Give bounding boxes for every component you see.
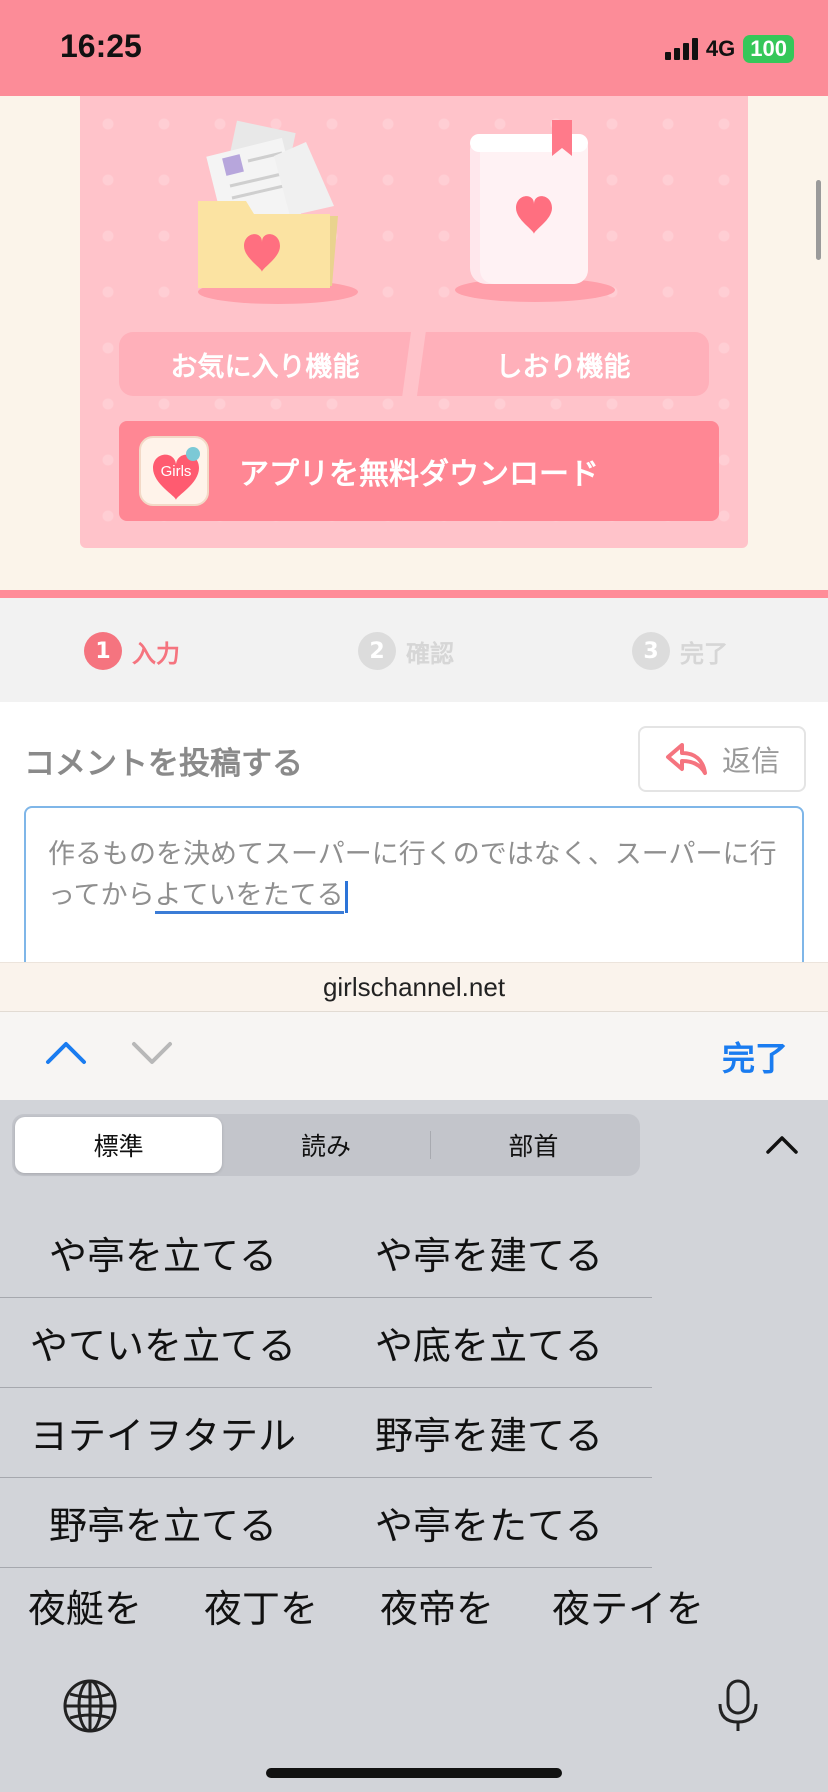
candidate-row: 野亭を立てる や亭をたてる <box>0 1478 652 1568</box>
step-label: 確認 <box>406 639 454 668</box>
home-indicator <box>266 1768 562 1778</box>
tab-radical[interactable]: 部首 <box>429 1117 637 1173</box>
step-input: 1 入力 <box>84 632 180 670</box>
candidate-item[interactable]: 野亭を立てる <box>0 1478 326 1567</box>
app-icon-text: Girls <box>161 463 192 480</box>
composing-text: よていをたてる <box>154 880 344 914</box>
step-number: 2 <box>358 632 396 670</box>
step-label: 完了 <box>680 639 728 668</box>
candidate-row: ヨテイヲタテル 野亭を建てる <box>0 1388 652 1478</box>
bookmark-book-illustration <box>455 120 615 302</box>
section-divider <box>0 590 828 598</box>
candidate-row-short: 夜艇を 夜丁を 夜帝を 夜テイを <box>0 1568 828 1638</box>
step-complete: 3 完了 <box>632 632 728 670</box>
app-promo-banner: お気に入り機能 しおり機能 Girls アプリを無料ダウンロード <box>80 96 748 548</box>
feature-bar: お気に入り機能 しおり機能 <box>119 332 709 396</box>
tab-reading[interactable]: 読み <box>222 1117 429 1173</box>
comment-textarea[interactable]: 作るものを決めてスーパーに行くのではなく、スーパーに行ってからよていをたてる <box>24 806 804 976</box>
step-number: 3 <box>632 632 670 670</box>
candidate-item[interactable]: 夜丁を <box>204 1578 318 1633</box>
candidate-item[interactable]: 野亭を建てる <box>326 1388 652 1477</box>
conversion-mode-tabs: 標準 読み 部首 <box>12 1114 640 1176</box>
candidate-row: や亭を立てる や亭を建てる <box>0 1208 652 1298</box>
candidate-item[interactable]: やていを立てる <box>0 1298 326 1387</box>
candidate-item[interactable]: や亭を立てる <box>0 1208 326 1297</box>
text-caret <box>344 880 348 913</box>
reply-button[interactable]: 返信 <box>638 726 806 792</box>
bookmark-feature-label: しおり機能 <box>417 332 709 396</box>
signal-icon <box>664 38 698 60</box>
reply-arrow-icon <box>665 743 707 775</box>
candidate-row: やていを立てる や底を立てる <box>0 1298 652 1388</box>
candidate-item[interactable]: や底を立てる <box>326 1298 652 1387</box>
step-label: 入力 <box>132 639 180 668</box>
candidate-item[interactable]: 夜艇を <box>28 1578 142 1633</box>
url-bar[interactable]: girlschannel.net <box>0 962 828 1012</box>
globe-icon[interactable] <box>62 1678 118 1734</box>
candidate-item[interactable]: 夜帝を <box>380 1578 494 1633</box>
network-type: 4G <box>705 36 736 61</box>
candidate-item[interactable]: や亭をたてる <box>326 1478 652 1567</box>
chevron-down-icon[interactable] <box>130 1038 174 1068</box>
progress-steps: 1 入力 2 確認 3 完了 <box>0 598 828 702</box>
battery-indicator: 100 <box>743 35 794 63</box>
done-button[interactable]: 完了 <box>722 1032 788 1080</box>
step-number: 1 <box>84 632 122 670</box>
favorites-folder-illustration <box>198 120 358 304</box>
heart-icon: Girls <box>153 447 200 500</box>
step-confirm: 2 確認 <box>358 632 454 670</box>
status-indicators: 4G 100 <box>664 34 794 64</box>
reply-label: 返信 <box>721 744 780 778</box>
favorites-feature-label: お気に入り機能 <box>119 332 411 396</box>
candidate-item[interactable]: 夜テイを <box>552 1578 704 1633</box>
candidate-list: や亭を立てる や亭を建てる やていを立てる や底を立てる ヨテイヲタテル 野亭を… <box>0 1208 652 1568</box>
tab-standard[interactable]: 標準 <box>15 1117 223 1173</box>
girls-app-icon: Girls <box>139 436 209 506</box>
app-download-button[interactable]: Girls アプリを無料ダウンロード <box>119 421 719 521</box>
scrollbar[interactable] <box>816 180 821 260</box>
status-bar: 16:25 4G 100 <box>0 0 828 96</box>
microphone-icon[interactable] <box>716 1678 760 1734</box>
form-accessory-bar: 完了 <box>0 1012 828 1100</box>
japanese-keyboard: 標準 読み 部首 や亭を立てる や亭を建てる やていを立てる や底を立てる ヨテ… <box>0 1100 828 1792</box>
status-time: 16:25 <box>60 28 142 64</box>
chevron-up-icon[interactable] <box>764 1134 800 1156</box>
candidate-item[interactable]: ヨテイヲタテル <box>0 1388 326 1477</box>
download-label: アプリを無料ダウンロード <box>239 457 599 492</box>
candidate-item[interactable]: や亭を建てる <box>326 1208 652 1297</box>
chevron-up-icon[interactable] <box>44 1038 88 1068</box>
url-domain: girlschannel.net <box>322 971 506 1002</box>
comment-form-title: コメントを投稿する <box>24 746 303 782</box>
comment-form: コメントを投稿する 返信 作るものを決めてスーパーに行くのではなく、スーパーに行… <box>0 702 828 976</box>
